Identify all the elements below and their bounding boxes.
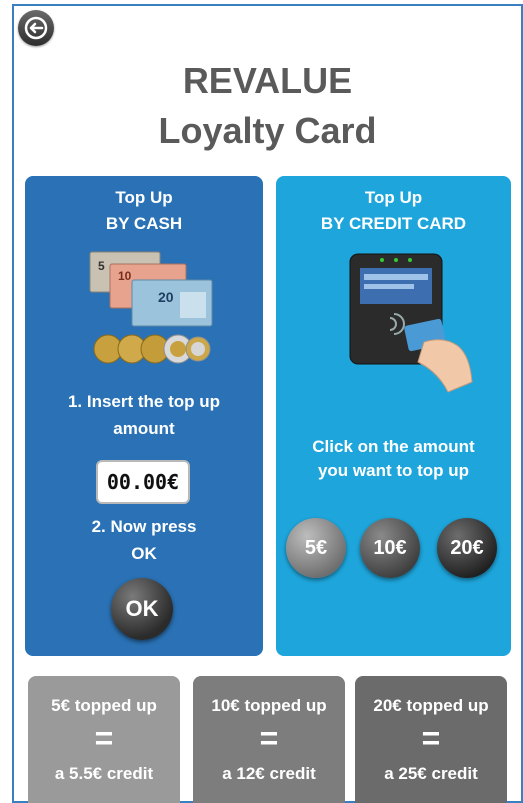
cash-step1-text-cont: amount <box>113 419 175 438</box>
offer-equals: = <box>259 720 279 756</box>
euro-coins-icon <box>93 334 211 364</box>
amount-20-button[interactable]: 20€ <box>437 518 497 578</box>
cash-step1-text: 1. Insert the top up <box>67 392 221 411</box>
svg-text:20: 20 <box>158 289 174 305</box>
euro-banknotes-icon: 5 10 20 <box>89 251 213 327</box>
amount-5-button[interactable]: 5€ <box>286 518 346 578</box>
back-button[interactable] <box>18 10 54 46</box>
ok-button[interactable]: OK <box>111 578 173 640</box>
offer-topup-amount: 20€ topped up <box>373 696 489 715</box>
card-panel-subtitle: BY CREDIT CARD <box>320 214 467 233</box>
cash-amount-display: 00.00€ <box>96 460 190 504</box>
cash-step2-text-cont: OK <box>131 544 157 563</box>
offer-tile-20: 20€ topped up = a 25€ credit <box>355 676 507 803</box>
card-terminal-icon <box>349 253 473 393</box>
cash-step2-text: 2. Now press <box>91 517 197 536</box>
amount-10-button[interactable]: 10€ <box>360 518 420 578</box>
page-title: REVALUE <box>182 60 353 101</box>
cash-topup-panel: Top Up BY CASH 5 10 20 1. Insert the top… <box>25 176 263 656</box>
card-instruction-text-cont: you want to top up <box>317 461 470 480</box>
card-topup-panel: Top Up BY CREDIT CARD Click on the amoun… <box>276 176 511 656</box>
offer-credit-amount: a 25€ credit <box>384 764 478 783</box>
offer-credit-amount: a 5.5€ credit <box>54 764 154 783</box>
offer-topup-amount: 10€ topped up <box>211 696 327 715</box>
cash-panel-subtitle: BY CASH <box>105 214 183 233</box>
back-arrow-icon <box>24 16 48 40</box>
card-panel-title: Top Up <box>364 188 423 207</box>
offer-tile-5: 5€ topped up = a 5.5€ credit <box>28 676 180 803</box>
card-instruction-text: Click on the amount <box>312 437 475 456</box>
page-subtitle: Loyalty Card <box>158 110 377 151</box>
offer-tile-10: 10€ topped up = a 12€ credit <box>193 676 345 803</box>
svg-text:5: 5 <box>98 259 105 273</box>
cash-panel-title: Top Up <box>115 188 173 207</box>
svg-text:10: 10 <box>118 269 132 283</box>
offer-topup-amount: 5€ topped up <box>51 696 157 715</box>
offer-credit-amount: a 12€ credit <box>222 764 316 783</box>
offer-equals: = <box>94 720 114 756</box>
offer-equals: = <box>421 720 441 756</box>
